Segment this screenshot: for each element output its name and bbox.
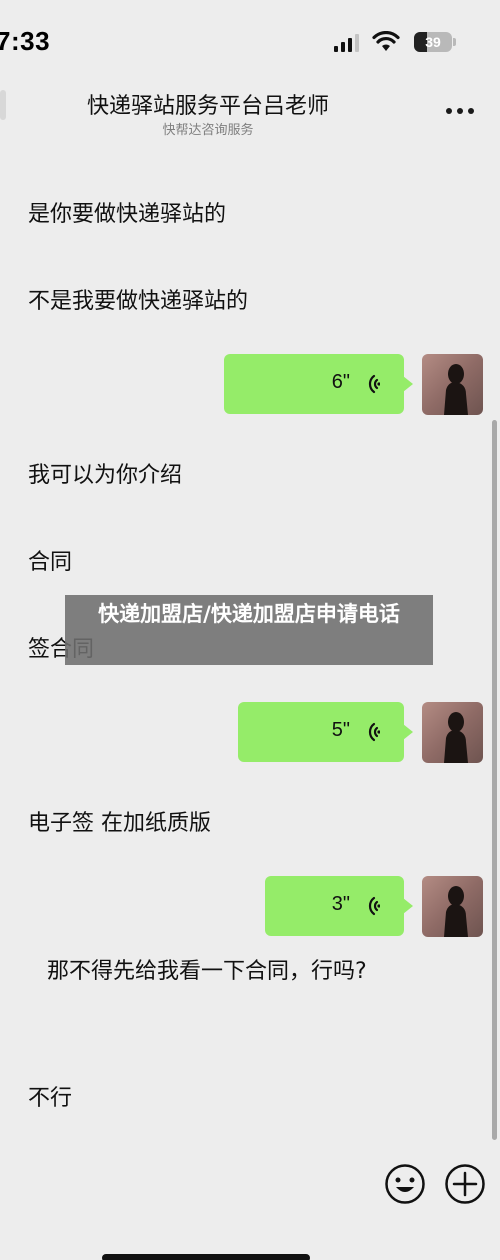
- battery-level: 39: [425, 34, 441, 50]
- message-text: 是你要做快递驿站的: [28, 202, 227, 227]
- voice-wave-icon: [368, 722, 380, 742]
- chat-subtitle: 快帮达咨询服务: [162, 123, 254, 138]
- voice-duration: 6": [331, 371, 350, 393]
- voice-wave-icon: [368, 896, 380, 916]
- message-text: 那不得先给我看一下合同，行吗?: [47, 959, 367, 984]
- voice-wave-icon: [368, 374, 380, 394]
- voice-message-bubble[interactable]: 6": [224, 354, 413, 414]
- voice-duration: 3": [331, 893, 350, 915]
- avatar-silhouette: [444, 712, 468, 763]
- emoji-icon[interactable]: [384, 1163, 426, 1205]
- status-time: 7:33: [0, 26, 51, 56]
- avatar-silhouette: [444, 364, 468, 415]
- battery-icon: 39: [414, 32, 452, 52]
- status-bar: 7:33 39: [0, 0, 500, 80]
- signal-icon: [334, 34, 359, 52]
- message-text: 电子签 在加纸质版: [28, 811, 211, 836]
- plus-icon[interactable]: [444, 1163, 486, 1205]
- avatar[interactable]: [422, 876, 483, 937]
- home-indicator[interactable]: [102, 1254, 310, 1260]
- avatar[interactable]: [422, 702, 483, 763]
- chat-title: 快递驿站服务平台吕老师: [86, 94, 329, 119]
- avatar[interactable]: [422, 354, 483, 415]
- avatar-silhouette: [444, 886, 468, 937]
- wifi-icon: [372, 31, 400, 51]
- voice-message-bubble[interactable]: 5": [238, 702, 413, 762]
- message-text: 合同: [28, 550, 73, 575]
- message-text: 不行: [28, 1086, 73, 1111]
- message-text: 不是我要做快递驿站的: [28, 289, 249, 314]
- battery-tip: [453, 38, 456, 46]
- more-icon[interactable]: [444, 106, 476, 116]
- voice-duration: 5": [331, 719, 350, 741]
- overlay-banner: 快递加盟店/快递加盟店申请电话: [65, 595, 433, 665]
- scrollbar[interactable]: [492, 420, 497, 1140]
- message-text: 我可以为你介绍: [28, 463, 183, 488]
- voice-message-bubble[interactable]: 3": [265, 876, 413, 936]
